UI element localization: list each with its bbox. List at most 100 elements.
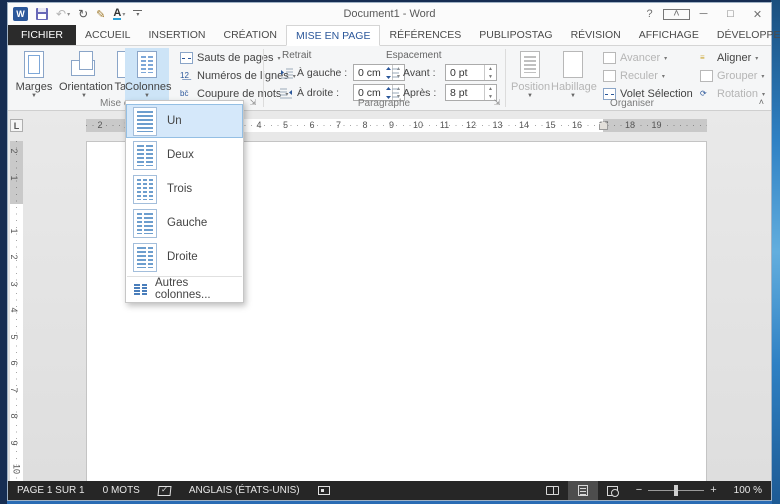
ruler-number: 10 — [413, 120, 423, 131]
ruler-number: 7 — [336, 120, 341, 131]
menu-item-three-columns[interactable]: Trois — [126, 172, 243, 206]
tab-fichier[interactable]: FICHIER — [8, 25, 76, 45]
group-label-organiser: Organiser — [506, 98, 758, 109]
spacing-before-input[interactable]: 0 pt ▲▼ — [445, 64, 497, 81]
ruler-number: 7 — [8, 387, 19, 392]
menu-item-more-columns[interactable]: Autres colonnes... — [126, 279, 243, 299]
line-numbers-button[interactable]: 1̲2̲ Numéros de lignes▾ — [180, 67, 296, 85]
left-column-icon — [133, 209, 157, 238]
customize-quick-access-toolbar-icon[interactable]: ▾ — [133, 10, 142, 18]
right-column-icon — [133, 243, 157, 272]
spinner-up-icon[interactable]: ▲ — [485, 65, 496, 73]
language-indicator[interactable]: ANGLAIS (ÉTATS-UNIS) — [180, 485, 309, 496]
print-layout-button[interactable] — [568, 481, 598, 500]
menu-item-one-column[interactable]: Un — [126, 104, 243, 138]
ruler-number: 13 — [492, 120, 502, 131]
ruler-number: 5 — [8, 334, 19, 339]
redo-icon[interactable]: ↻ — [78, 8, 88, 20]
proofing-button[interactable] — [149, 486, 180, 496]
macro-icon — [318, 486, 330, 495]
spacing-after-icon — [386, 87, 399, 99]
ruler-number: 2 — [97, 120, 102, 131]
bring-forward-button[interactable]: Avancer▾ — [603, 49, 693, 67]
ruler-number: 9 — [8, 440, 19, 445]
undo-icon[interactable]: ↶▾ — [56, 8, 70, 20]
pen-icon[interactable]: ✎ — [96, 8, 105, 21]
tab-mise-en-page[interactable]: MISE EN PAGE — [286, 25, 381, 46]
read-mode-button[interactable] — [538, 481, 568, 500]
ruler-number: 8 — [8, 413, 19, 418]
page-breaks-button[interactable]: Sauts de pages▾ — [180, 49, 296, 67]
web-layout-button[interactable] — [598, 481, 628, 500]
orientation-button[interactable]: Orientation ▼ — [59, 48, 109, 104]
tab-references[interactable]: RÉFÉRENCES — [380, 25, 470, 45]
page-setup-menu-stack: Sauts de pages▾ 1̲2̲ Numéros de lignes▾ … — [180, 49, 296, 103]
maximize-icon[interactable]: □ — [717, 3, 744, 25]
dialog-launcher-icon[interactable]: ⇲ — [492, 98, 502, 108]
zoom-in-icon[interactable]: + — [710, 485, 716, 496]
tab-stop-selector[interactable]: L — [10, 119, 23, 132]
indent-heading: Retrait — [282, 50, 311, 61]
group-icon — [700, 70, 713, 82]
menu-item-left-column[interactable]: Gauche — [126, 206, 243, 240]
ruler-number: 16 — [572, 120, 582, 131]
tab-publipostage[interactable]: PUBLIPOSTAG — [470, 25, 561, 45]
spinner-up-icon[interactable]: ▲ — [485, 85, 496, 93]
margins-icon — [21, 51, 47, 79]
read-mode-icon — [546, 486, 559, 495]
tab-insertion[interactable]: INSERTION — [140, 25, 215, 45]
tab-affichage[interactable]: AFFICHAGE — [630, 25, 708, 45]
collapse-ribbon-icon[interactable]: ˄ — [759, 97, 764, 107]
zoom-slider[interactable]: − + — [628, 485, 725, 496]
zoom-out-icon[interactable]: − — [636, 485, 642, 496]
zoom-track[interactable] — [648, 490, 704, 491]
two-columns-icon — [133, 141, 157, 170]
quick-access-toolbar: W ↶▾ ↻ ✎ A▾ ▾ — [8, 7, 142, 21]
spinner-down-icon[interactable]: ▼ — [485, 73, 496, 81]
more-columns-icon — [134, 284, 147, 295]
wrap-text-button[interactable]: Habillage ▼ — [551, 48, 595, 104]
vertical-ruler[interactable]: 1234567891012 — [10, 141, 23, 483]
close-icon[interactable]: ✕ — [744, 3, 771, 25]
ruler-number: 3 — [8, 281, 19, 286]
one-column-icon — [133, 107, 157, 136]
ruler-number: 11 — [440, 120, 449, 131]
document-area[interactable]: L 1234567891011121314151617181912 123456… — [8, 111, 771, 483]
send-backward-button[interactable]: Reculer▾ — [603, 67, 693, 85]
zoom-thumb[interactable] — [674, 485, 678, 496]
desktop: Document1 - Word W ↶▾ ↻ ✎ A▾ ▾ ? ˄ ─ □ ✕… — [0, 0, 780, 504]
save-icon[interactable] — [36, 8, 48, 20]
ribbon-options-icon[interactable]: ˄ — [663, 3, 690, 25]
spacing-before-icon — [386, 67, 399, 79]
tab-developpeur[interactable]: DÉVELOPPEUR — [708, 25, 780, 45]
web-layout-icon — [607, 486, 618, 496]
ruler-number: 9 — [389, 120, 394, 131]
tab-creation[interactable]: CRÉATION — [215, 25, 286, 45]
help-icon[interactable]: ? — [636, 3, 663, 25]
dialog-launcher-icon[interactable]: ⇲ — [248, 98, 258, 108]
ruler-number: 4 — [256, 120, 261, 131]
zoom-level[interactable]: 100 % — [725, 485, 771, 496]
group-button[interactable]: Grouper▾ — [700, 67, 765, 85]
minimize-icon[interactable]: ─ — [690, 3, 717, 25]
margins-button[interactable]: Marges ▼ — [11, 48, 57, 104]
tab-accueil[interactable]: ACCUEIL — [76, 25, 140, 45]
page-indicator[interactable]: PAGE 1 SUR 1 — [8, 485, 94, 496]
menu-item-right-column[interactable]: Droite — [126, 240, 243, 274]
ruler-number: 8 — [362, 120, 367, 131]
print-layout-icon — [578, 485, 588, 496]
position-button[interactable]: Position ▼ — [511, 48, 549, 104]
word-count[interactable]: 0 MOTS — [94, 485, 149, 496]
macro-button[interactable] — [309, 486, 339, 495]
ruler-number: 5 — [283, 120, 288, 131]
group-label-paragraphe: Paragraphe — [264, 98, 504, 109]
word-logo-icon[interactable]: W — [13, 7, 28, 21]
text-effects-icon[interactable]: A▾ — [113, 8, 125, 20]
columns-dropdown-menu: Un Deux Trois Gauche Droite Autres col — [125, 100, 244, 303]
ruler-number: 10 — [11, 464, 22, 474]
ruler-number: 12 — [466, 120, 476, 131]
align-button[interactable]: ≡ Aligner▾ — [700, 49, 765, 67]
ruler-number: 6 — [309, 120, 314, 131]
tab-revision[interactable]: RÉVISION — [562, 25, 630, 45]
menu-item-two-columns[interactable]: Deux — [126, 138, 243, 172]
